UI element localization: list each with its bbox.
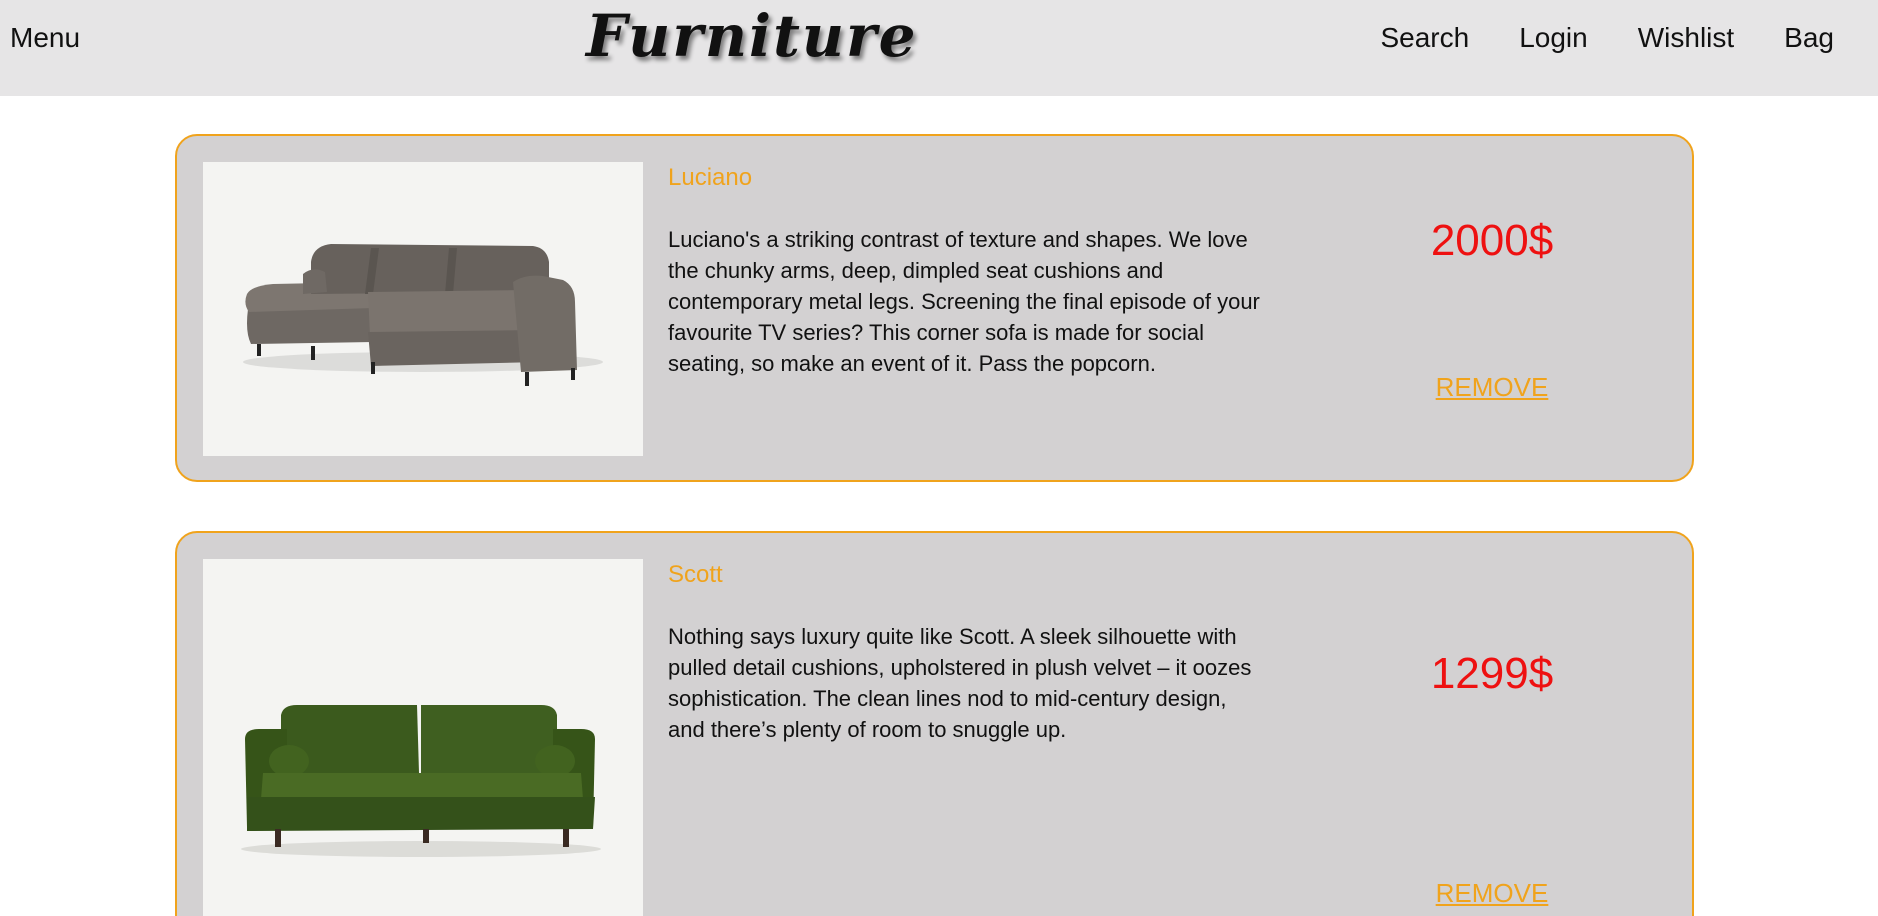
login-link[interactable]: Login xyxy=(1519,22,1588,54)
brand-logo[interactable]: Furniture xyxy=(586,2,918,70)
product-image-green-velvet-sofa[interactable] xyxy=(203,559,643,916)
product-price: 2000$ xyxy=(1430,216,1554,265)
product-name[interactable]: Luciano xyxy=(668,164,752,192)
nav-links: Search Login Wishlist Bag xyxy=(1380,22,1834,54)
top-navbar: Menu Furniture Search Login Wishlist Bag xyxy=(0,0,1878,96)
search-link[interactable]: Search xyxy=(1380,22,1469,54)
green-velvet-sofa-icon xyxy=(241,705,601,857)
product-image-grey-corner-sofa[interactable] xyxy=(203,162,643,456)
remove-button[interactable]: REMOVE xyxy=(1387,372,1597,403)
bag-link[interactable]: Bag xyxy=(1784,22,1834,54)
product-card: Luciano Luciano's a striking contrast of… xyxy=(175,134,1694,482)
product-price: 1299$ xyxy=(1430,649,1554,698)
product-name[interactable]: Scott xyxy=(668,561,723,589)
wishlist-link[interactable]: Wishlist xyxy=(1638,22,1734,54)
remove-button[interactable]: REMOVE xyxy=(1387,878,1597,909)
product-description: Luciano's a striking contrast of texture… xyxy=(668,227,1260,376)
menu-button[interactable]: Menu xyxy=(10,22,80,54)
product-description: Nothing says luxury quite like Scott. A … xyxy=(668,624,1252,742)
grey-corner-sofa-icon xyxy=(243,244,603,386)
product-card: Scott Nothing says luxury quite like Sco… xyxy=(175,531,1694,916)
